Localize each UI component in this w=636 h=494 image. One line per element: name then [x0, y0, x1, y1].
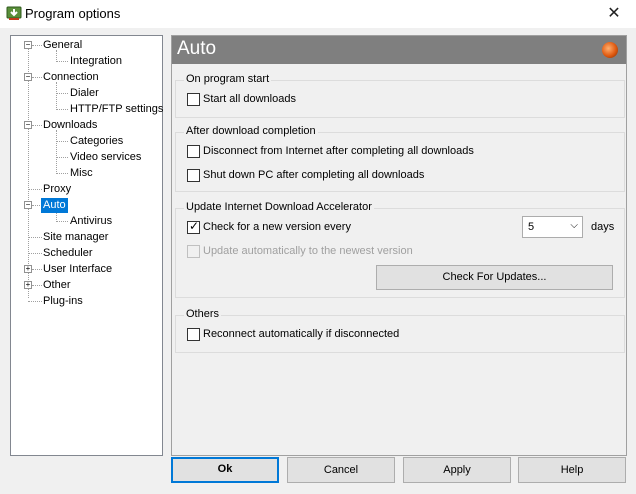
options-tree[interactable]: − − − − + + General Integration Connecti… [10, 35, 163, 456]
tree-item-site-manager[interactable]: Site manager [43, 230, 108, 245]
start-all-downloads-checkbox[interactable] [187, 93, 200, 106]
check-for-updates-button[interactable]: Check For Updates... [376, 265, 613, 290]
auto-update-checkbox[interactable] [187, 245, 200, 258]
tree-item-antivirus[interactable]: Antivirus [70, 214, 112, 229]
group-on-start-legend: On program start [184, 73, 272, 85]
interval-unit-label: days [591, 221, 615, 233]
app-icon [6, 6, 22, 20]
panel-header: Auto [172, 36, 626, 64]
close-button[interactable]: ✕ [592, 0, 636, 28]
tree-item-integration[interactable]: Integration [70, 54, 122, 69]
collapse-downloads-icon[interactable]: − [24, 121, 32, 129]
chevron-down-icon: ⌵ [570, 220, 578, 231]
disconnect-label[interactable]: Disconnect from Internet after completin… [203, 145, 474, 157]
tree-item-video-services[interactable]: Video services [70, 150, 141, 165]
tree-item-other[interactable]: Other [43, 278, 71, 293]
apply-button[interactable]: Apply [403, 457, 511, 483]
checkmark-icon: ✓ [189, 219, 200, 233]
group-after-completion [175, 132, 625, 192]
group-after-completion-legend: After download completion [184, 125, 318, 137]
tree-item-general[interactable]: General [43, 38, 82, 53]
shutdown-checkbox[interactable] [187, 169, 200, 182]
tree-item-downloads[interactable]: Downloads [43, 118, 97, 133]
ok-button[interactable]: Ok [171, 457, 279, 483]
start-all-downloads-label[interactable]: Start all downloads [203, 93, 296, 105]
tree-item-user-interface[interactable]: User Interface [43, 262, 112, 277]
tree-item-dialer[interactable]: Dialer [70, 86, 99, 101]
close-icon: ✕ [607, 5, 621, 22]
panel-title: Auto [177, 38, 217, 59]
tree-item-connection[interactable]: Connection [43, 70, 99, 85]
collapse-connection-icon[interactable]: − [24, 73, 32, 81]
tree-connector [28, 47, 29, 298]
group-others-legend: Others [184, 308, 222, 320]
tree-item-http-ftp-settings[interactable]: HTTP/FTP settings [70, 102, 163, 117]
group-update-legend: Update Internet Download Accelerator [184, 201, 374, 213]
expand-user-interface-icon[interactable]: + [24, 265, 32, 273]
update-interval-select[interactable]: 5 ⌵ [522, 216, 583, 238]
help-button[interactable]: Help [518, 457, 626, 483]
check-new-version-label[interactable]: Check for a new version every [203, 221, 351, 233]
auto-update-label: Update automatically to the newest versi… [203, 245, 413, 257]
status-orb-icon [602, 42, 618, 58]
collapse-auto-icon[interactable]: − [24, 201, 32, 209]
shutdown-label[interactable]: Shut down PC after completing all downlo… [203, 169, 424, 181]
tree-item-misc[interactable]: Misc [70, 166, 93, 181]
tree-item-proxy[interactable]: Proxy [43, 182, 71, 197]
disconnect-checkbox[interactable] [187, 145, 200, 158]
tree-item-plug-ins[interactable]: Plug-ins [43, 294, 83, 309]
expand-other-icon[interactable]: + [24, 281, 32, 289]
tree-item-auto[interactable]: Auto [41, 198, 68, 213]
tree-item-scheduler[interactable]: Scheduler [43, 246, 93, 261]
reconnect-checkbox[interactable] [187, 328, 200, 341]
check-new-version-checkbox[interactable]: ✓ [187, 219, 200, 234]
reconnect-label[interactable]: Reconnect automatically if disconnected [203, 328, 399, 340]
window-title: Program options [25, 6, 121, 21]
title-bar: Program options ✕ [0, 0, 636, 28]
update-interval-value: 5 [528, 221, 535, 233]
cancel-button[interactable]: Cancel [287, 457, 395, 483]
tree-item-categories[interactable]: Categories [70, 134, 123, 149]
collapse-general-icon[interactable]: − [24, 41, 32, 49]
